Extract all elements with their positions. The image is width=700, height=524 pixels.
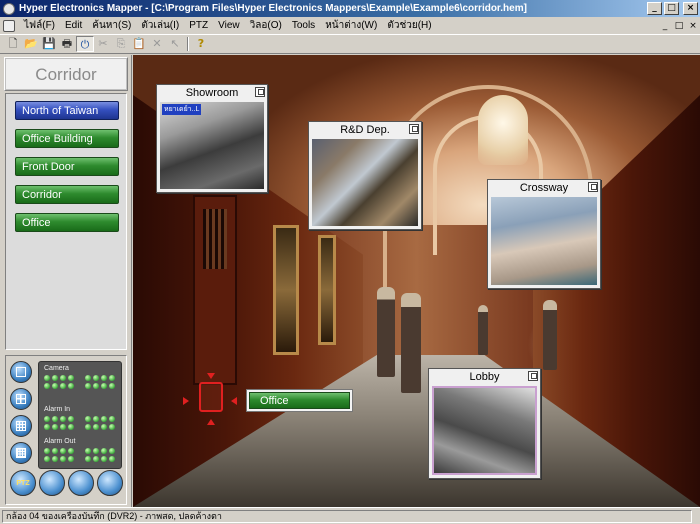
save-icon[interactable]: 💾: [40, 36, 58, 52]
nav-office[interactable]: Office: [15, 213, 119, 232]
corridor-door: [193, 195, 237, 385]
camera-title: Crossway: [519, 182, 569, 194]
quad-view-icon[interactable]: [10, 388, 32, 410]
menu-window[interactable]: หน้าต่าง(W): [320, 18, 382, 33]
alarm-out-label: Alarm Out: [44, 438, 76, 445]
person: [478, 305, 488, 355]
status-bar: กล้อง 04 ของเครื่องบันทึก (DVR2) - ภาพสด…: [0, 507, 700, 524]
single-view-icon[interactable]: [10, 361, 32, 383]
person: [543, 300, 557, 370]
menu-help[interactable]: ตัวช่วย(H): [382, 18, 436, 33]
title-bar: Hyper Electronics Mapper - [C:\Program F…: [0, 0, 700, 17]
arrow-down-icon: [207, 373, 215, 379]
camera-window-rd-dep[interactable]: R&D Dep.: [308, 121, 422, 230]
record-icon[interactable]: [97, 470, 123, 496]
status-grid: Camera Alarm In Alarm Out: [38, 361, 122, 469]
paste-icon[interactable]: 📋: [130, 36, 148, 52]
doc-close-button[interactable]: ×: [686, 20, 700, 32]
camera-window-showroom[interactable]: Showroom หยาเดย์า..L: [156, 84, 268, 193]
wall-painting: [318, 235, 336, 345]
office-link[interactable]: Office: [246, 389, 353, 412]
camera-window-crossway[interactable]: Crossway: [487, 179, 601, 289]
menu-edit[interactable]: Edit: [60, 20, 87, 31]
open-icon[interactable]: 📂: [22, 36, 40, 52]
map-title: Corridor: [4, 57, 128, 91]
menu-ptz[interactable]: PTZ: [184, 20, 213, 31]
menu-player[interactable]: ตัวเล่น(I): [136, 18, 184, 33]
camera-control-icon[interactable]: [39, 470, 65, 496]
maximize-camera-icon[interactable]: [528, 371, 538, 381]
office-link-label: Office: [249, 392, 350, 409]
arrow-up-icon: [207, 419, 215, 425]
help-icon[interactable]: ?: [192, 36, 210, 52]
camera-title: Showroom: [185, 87, 239, 99]
control-panel: Camera Alarm In Alarm Out PTZ: [5, 355, 127, 505]
doc-restore-button[interactable]: □: [672, 20, 686, 32]
camera-hotspot-icon[interactable]: [199, 382, 223, 412]
window-title: Hyper Electronics Mapper - [C:\Program F…: [19, 3, 527, 14]
alarm-in-leds-right: [85, 416, 115, 430]
camera-window-lobby[interactable]: Lobby: [428, 368, 541, 479]
camera-status-leds-right: [85, 375, 115, 389]
left-panel: Corridor North of Taiwan Office Building…: [0, 55, 132, 507]
menu-file[interactable]: ไฟล์(F): [19, 18, 60, 33]
nav-corridor[interactable]: Corridor: [15, 185, 119, 204]
toolbar-separator: [187, 37, 189, 51]
camera-feed[interactable]: [312, 139, 418, 226]
camera-status-leds-left: [44, 375, 74, 389]
cut-icon[interactable]: ✂: [94, 36, 112, 52]
alarm-in-leds-left: [44, 416, 74, 430]
toolbar: 🗋 📂 💾 🖶 ⏻ ✂ ⎘ 📋 ✕ ↖ ?: [0, 34, 700, 54]
maximize-camera-icon[interactable]: [409, 124, 419, 134]
document-icon[interactable]: [3, 19, 15, 32]
status-text: กล้อง 04 ของเครื่องบันทึก (DVR2) - ภาพสด…: [2, 510, 692, 523]
alarm-in-label: Alarm In: [44, 406, 71, 413]
maximize-button[interactable]: □: [664, 2, 679, 15]
map-navigation: North of Taiwan Office Building Front Do…: [5, 93, 127, 350]
alarm-icon[interactable]: [68, 470, 94, 496]
maximize-camera-icon[interactable]: [255, 87, 265, 97]
nav-north-of-taiwan[interactable]: North of Taiwan: [15, 101, 119, 120]
menu-bar: ไฟล์(F) Edit ค้นหา(S) ตัวเล่น(I) PTZ Vie…: [0, 17, 700, 34]
doc-minimize-button[interactable]: _: [658, 20, 672, 32]
person: [377, 287, 395, 377]
camera-feed[interactable]: [491, 197, 597, 285]
person: [401, 293, 421, 393]
menu-options[interactable]: วิลอ(O): [245, 18, 287, 33]
copy-icon[interactable]: ⎘: [112, 36, 130, 52]
delete-icon[interactable]: ✕: [148, 36, 166, 52]
arrow-left-icon: [231, 397, 237, 405]
camera-status-label: Camera: [44, 365, 69, 372]
print-icon[interactable]: 🖶: [58, 36, 76, 52]
menu-search[interactable]: ค้นหา(S): [87, 18, 136, 33]
nav-office-building[interactable]: Office Building: [15, 129, 119, 148]
minimize-button[interactable]: _: [647, 2, 662, 15]
wall-painting: [273, 225, 299, 355]
alarm-out-leds-left: [44, 448, 74, 462]
close-button[interactable]: ×: [683, 2, 698, 15]
new-icon[interactable]: 🗋: [4, 36, 22, 52]
alarm-out-leds-right: [85, 448, 115, 462]
pointer-icon[interactable]: ↖: [166, 36, 184, 52]
menu-view[interactable]: View: [213, 20, 245, 31]
menu-tools[interactable]: Tools: [287, 20, 320, 31]
camera-feed[interactable]: [432, 386, 537, 475]
camera-title: R&D Dep.: [340, 124, 390, 136]
chandelier: [478, 95, 528, 165]
camera-title: Lobby: [469, 371, 500, 383]
app-icon: [3, 2, 15, 15]
arrow-right-icon: [183, 397, 189, 405]
ptz-button[interactable]: PTZ: [10, 470, 36, 496]
maximize-camera-icon[interactable]: [588, 182, 598, 192]
sixteen-view-icon[interactable]: [10, 442, 32, 464]
map-view[interactable]: Showroom หยาเดย์า..L R&D Dep. Crossway L…: [133, 55, 700, 507]
power-icon[interactable]: ⏻: [76, 36, 94, 52]
camera-feed[interactable]: หยาเดย์า..L: [160, 102, 264, 189]
nav-front-door[interactable]: Front Door: [15, 157, 119, 176]
camera-stamp: หยาเดย์า..L: [162, 104, 202, 115]
nine-view-icon[interactable]: [10, 415, 32, 437]
